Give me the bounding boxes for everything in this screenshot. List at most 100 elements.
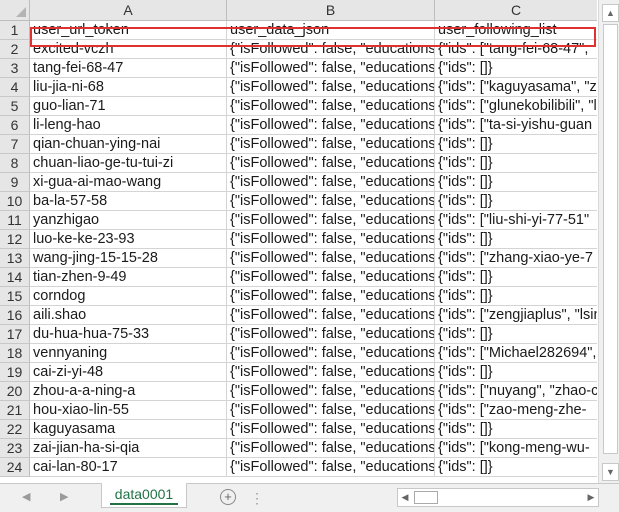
column-header-b[interactable]: B [227,0,435,21]
cell-a[interactable]: xi-gua-ai-mao-wang [30,173,227,192]
cell-c[interactable]: {"ids": ["nuyang", "zhao-c [435,382,597,401]
sheet-tab-data0001[interactable]: data0001 [101,483,187,508]
cell-b[interactable]: user_data_json [227,21,435,40]
row-header[interactable]: 6 [0,116,30,135]
row-header[interactable]: 9 [0,173,30,192]
row-header[interactable]: 16 [0,306,30,325]
cell-b[interactable]: {"isFollowed": false, "educations" [227,325,435,344]
cell-c[interactable]: {"ids": []} [435,135,597,154]
row-header[interactable]: 20 [0,382,30,401]
row-header[interactable]: 17 [0,325,30,344]
cell-a[interactable]: vennyaning [30,344,227,363]
row-header[interactable]: 7 [0,135,30,154]
cell-b[interactable]: {"isFollowed": false, "educations" [227,40,435,59]
cell-b[interactable]: {"isFollowed": false, "educations" [227,420,435,439]
row-header[interactable]: 22 [0,420,30,439]
cell-c[interactable]: {"ids": []} [435,173,597,192]
select-all-corner[interactable] [0,0,30,21]
cell-a[interactable]: du-hua-hua-75-33 [30,325,227,344]
row-header[interactable]: 1 [0,21,30,40]
cell-a[interactable]: cai-lan-80-17 [30,458,227,477]
cell-b[interactable]: {"isFollowed": false, "educations" [227,116,435,135]
cell-c[interactable]: {"ids": ["tang-fei-68-47", [435,40,597,59]
cell-b[interactable]: {"isFollowed": false, "educations" [227,154,435,173]
cell-b[interactable]: {"isFollowed": false, "educations" [227,59,435,78]
vertical-scrollbar[interactable]: ▲ ▼ [598,0,619,483]
cell-b[interactable]: {"isFollowed": false, "educations" [227,230,435,249]
cell-a[interactable]: qian-chuan-ying-nai [30,135,227,154]
cell-c[interactable]: {"ids": []} [435,287,597,306]
cell-c[interactable]: {"ids": ["kong-meng-wu- [435,439,597,458]
cell-c[interactable]: {"ids": ["zhang-xiao-ye-7 [435,249,597,268]
row-header[interactable]: 3 [0,59,30,78]
cell-a[interactable]: tian-zhen-9-49 [30,268,227,287]
cell-c[interactable]: {"ids": ["Michael282694", [435,344,597,363]
cell-a[interactable]: guo-lian-71 [30,97,227,116]
cell-a[interactable]: wang-jing-15-15-28 [30,249,227,268]
scroll-right-icon[interactable]: ▶ [584,489,598,506]
row-header[interactable]: 11 [0,211,30,230]
cell-a[interactable]: chuan-liao-ge-tu-tui-zi [30,154,227,173]
cell-a[interactable]: zhou-a-a-ning-a [30,382,227,401]
cell-a[interactable]: liu-jia-ni-68 [30,78,227,97]
tab-split-handle-icon[interactable]: ⋮ [250,490,264,507]
row-header[interactable]: 13 [0,249,30,268]
cell-c[interactable]: {"ids": ["kaguyasama", "za [435,78,597,97]
cell-c[interactable]: {"ids": ["liu-shi-yi-77-51" [435,211,597,230]
row-header[interactable]: 4 [0,78,30,97]
row-header[interactable]: 5 [0,97,30,116]
cell-b[interactable]: {"isFollowed": false, "educations" [227,401,435,420]
cell-a[interactable]: luo-ke-ke-23-93 [30,230,227,249]
cell-b[interactable]: {"isFollowed": false, "educations" [227,249,435,268]
cell-a[interactable]: hou-xiao-lin-55 [30,401,227,420]
row-header[interactable]: 24 [0,458,30,477]
cell-a[interactable]: user_url_token [30,21,227,40]
cell-a[interactable]: ba-la-57-58 [30,192,227,211]
cell-b[interactable]: {"isFollowed": false, "educations" [227,344,435,363]
cell-b[interactable]: {"isFollowed": false, "educations" [227,363,435,382]
cell-b[interactable]: {"isFollowed": false, "educations" [227,135,435,154]
cell-c[interactable]: {"ids": []} [435,268,597,287]
cell-c[interactable]: {"ids": []} [435,59,597,78]
cell-c[interactable]: user_following_list [435,21,597,40]
cell-b[interactable]: {"isFollowed": false, "educations" [227,382,435,401]
cell-c[interactable]: {"ids": []} [435,325,597,344]
cell-b[interactable]: {"isFollowed": false, "educations" [227,97,435,116]
scroll-left-icon[interactable]: ◀ [398,489,412,506]
cell-a[interactable]: kaguyasama [30,420,227,439]
prev-sheet-icon[interactable]: ◀ [22,490,30,503]
cell-c[interactable]: {"ids": ["zengjiaplus", "lsin [435,306,597,325]
cell-c[interactable]: {"ids": []} [435,230,597,249]
cell-a[interactable]: li-leng-hao [30,116,227,135]
row-header[interactable]: 23 [0,439,30,458]
cell-b[interactable]: {"isFollowed": false, "educations" [227,192,435,211]
cell-c[interactable]: {"ids": []} [435,458,597,477]
cell-c[interactable]: {"ids": []} [435,363,597,382]
add-sheet-icon[interactable]: + [220,489,236,505]
cell-a[interactable]: yanzhigao [30,211,227,230]
cell-b[interactable]: {"isFollowed": false, "educations" [227,268,435,287]
cell-b[interactable]: {"isFollowed": false, "educations" [227,439,435,458]
cell-b[interactable]: {"isFollowed": false, "educations" [227,287,435,306]
row-header[interactable]: 19 [0,363,30,382]
scroll-down-icon[interactable]: ▼ [602,463,619,481]
cell-b[interactable]: {"isFollowed": false, "educations" [227,173,435,192]
cell-b[interactable]: {"isFollowed": false, "educations" [227,306,435,325]
cell-b[interactable]: {"isFollowed": false, "educations" [227,458,435,477]
scroll-up-icon[interactable]: ▲ [602,4,619,22]
cell-a[interactable]: corndog [30,287,227,306]
row-header[interactable]: 21 [0,401,30,420]
row-header[interactable]: 10 [0,192,30,211]
horizontal-scroll-thumb[interactable] [414,491,438,504]
column-header-c[interactable]: C [435,0,597,21]
column-header-a[interactable]: A [30,0,227,21]
cell-a[interactable]: excited-vczh [30,40,227,59]
cell-a[interactable]: zai-jian-ha-si-qia [30,439,227,458]
cell-b[interactable]: {"isFollowed": false, "educations" [227,211,435,230]
row-header[interactable]: 14 [0,268,30,287]
cell-a[interactable]: cai-zi-yi-48 [30,363,227,382]
row-header[interactable]: 2 [0,40,30,59]
row-header[interactable]: 12 [0,230,30,249]
cell-c[interactable]: {"ids": []} [435,420,597,439]
cell-b[interactable]: {"isFollowed": false, "educations" [227,78,435,97]
